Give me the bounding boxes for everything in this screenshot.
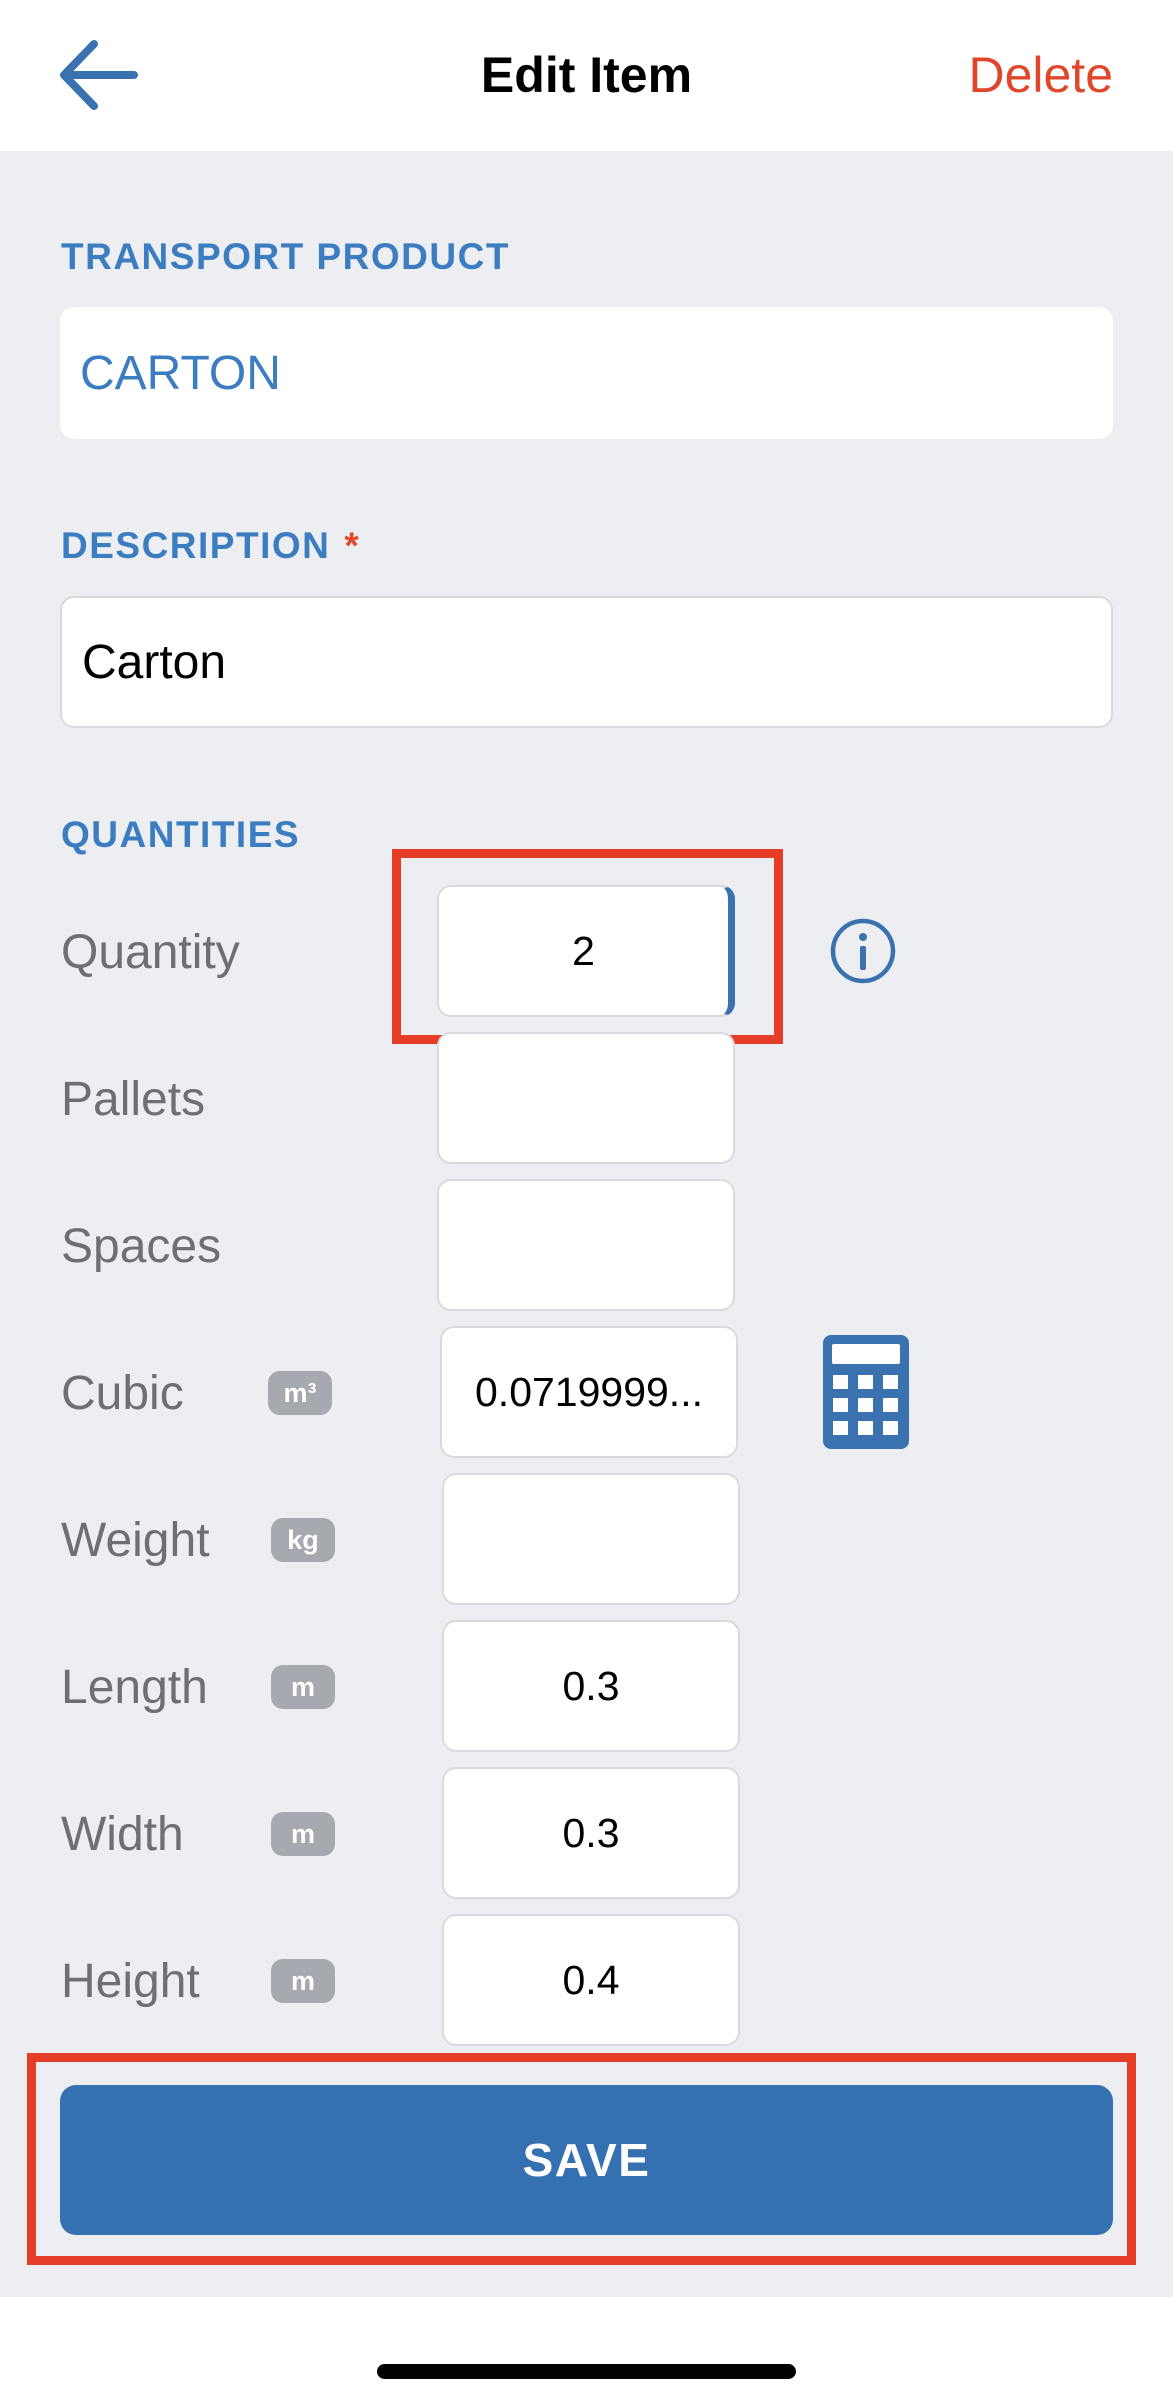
length-input[interactable]: 0.3 [442, 1620, 740, 1752]
length-unit-badge: m [271, 1665, 335, 1709]
description-label-text: DESCRIPTION [61, 525, 331, 566]
height-label: Height [61, 1955, 200, 2008]
cubic-input[interactable]: 0.0719999... [440, 1326, 738, 1458]
transport-product-field[interactable]: CARTON [60, 307, 1113, 439]
quantity-highlight [392, 849, 783, 1044]
info-circle-icon [830, 918, 896, 984]
calculator-icon [823, 1335, 909, 1449]
cubic-unit-badge: m³ [268, 1371, 332, 1415]
save-highlight [27, 2053, 1136, 2265]
weight-label: Weight [61, 1514, 210, 1567]
info-button[interactable] [829, 917, 897, 990]
home-indicator[interactable] [377, 2364, 796, 2379]
calculator-button[interactable] [823, 1335, 909, 1454]
top-bar: Edit Item Delete [0, 0, 1173, 151]
description-input[interactable]: Carton [60, 596, 1113, 728]
pallets-label: Pallets [61, 1073, 206, 1126]
weight-unit-badge: kg [271, 1518, 335, 1562]
height-unit-badge: m [271, 1959, 335, 2003]
delete-button[interactable]: Delete [968, 46, 1113, 104]
cubic-label: Cubic [61, 1367, 184, 1420]
spaces-input[interactable] [437, 1179, 735, 1311]
pallets-input[interactable] [437, 1032, 735, 1164]
height-input[interactable]: 0.4 [442, 1914, 740, 2046]
description-value: Carton [82, 635, 227, 689]
width-unit-badge: m [271, 1812, 335, 1856]
spaces-label: Spaces [61, 1220, 222, 1273]
width-input[interactable]: 0.3 [442, 1767, 740, 1899]
quantity-label: Quantity [61, 926, 240, 979]
weight-input[interactable] [442, 1473, 740, 1605]
length-label: Length [61, 1661, 208, 1714]
description-label: DESCRIPTION * [61, 525, 360, 567]
transport-product-label: TRANSPORT PRODUCT [61, 236, 510, 277]
transport-product-value: CARTON [80, 346, 281, 400]
width-label: Width [61, 1808, 184, 1861]
required-mark: * [344, 525, 361, 566]
quantities-label: QUANTITIES [61, 814, 301, 855]
